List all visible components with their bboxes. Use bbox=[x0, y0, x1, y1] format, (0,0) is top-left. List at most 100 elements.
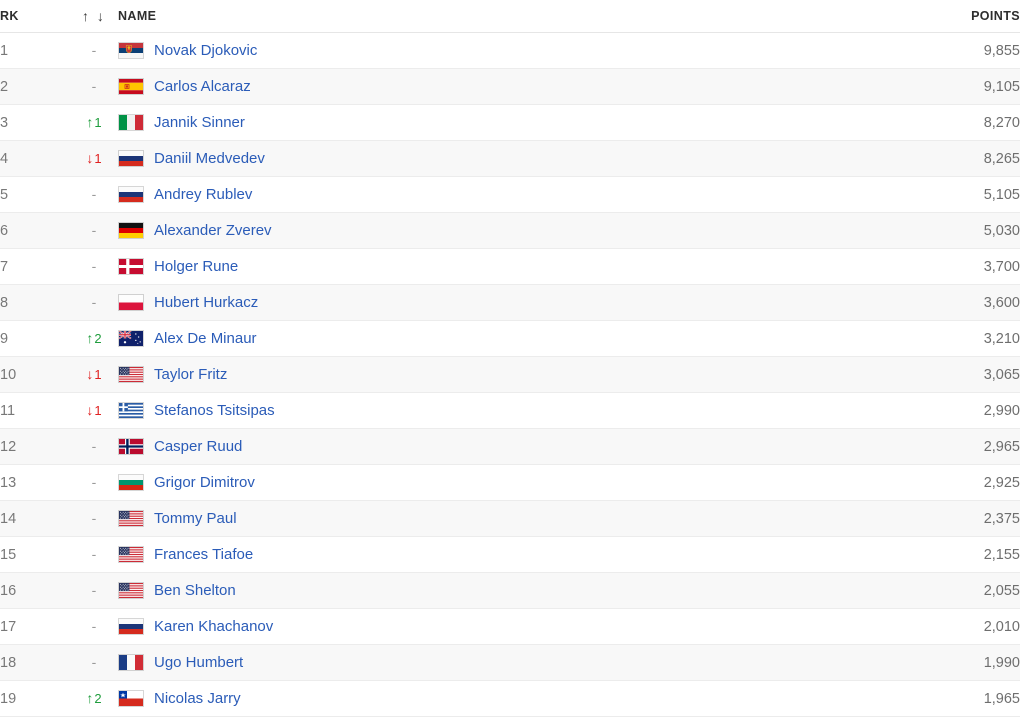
flag-norway-icon bbox=[118, 438, 144, 455]
player-name-link[interactable]: Nicolas Jarry bbox=[154, 690, 241, 707]
cell-points: 2,925 bbox=[880, 464, 1020, 501]
table-header: RK ↑ ↓ NAME POINTS bbox=[0, 0, 1020, 33]
player-name-link[interactable]: Ugo Humbert bbox=[154, 654, 243, 671]
cell-points: 9,105 bbox=[880, 68, 1020, 105]
player-name-link[interactable]: Alex De Minaur bbox=[154, 330, 257, 347]
cell-rank: 19 bbox=[0, 680, 70, 717]
movement-count: 1 bbox=[94, 367, 102, 382]
cell-rank: 11 bbox=[0, 392, 70, 429]
movement-none-icon: - bbox=[91, 258, 97, 274]
table-row[interactable]: 4 ↓1 Daniil Medvedev 8,265 bbox=[0, 140, 1020, 177]
flag-russia-icon bbox=[118, 186, 144, 203]
cell-name: Karen Khachanov bbox=[118, 608, 880, 645]
cell-rank: 10 bbox=[0, 356, 70, 393]
movement-count: 1 bbox=[94, 151, 102, 166]
table-row[interactable]: 1 - Novak Djokovic 9,855 bbox=[0, 32, 1020, 69]
table-row[interactable]: 11 ↓1 Stefanos Tsitsipas 2,990 bbox=[0, 392, 1020, 429]
player-entry: Ugo Humbert bbox=[118, 654, 880, 671]
cell-rank: 6 bbox=[0, 212, 70, 249]
flag-usa-icon bbox=[118, 510, 144, 527]
player-entry: Alexander Zverev bbox=[118, 222, 880, 239]
table-row[interactable]: 5 - Andrey Rublev 5,105 bbox=[0, 176, 1020, 213]
player-name-link[interactable]: Holger Rune bbox=[154, 258, 238, 275]
player-entry: Frances Tiafoe bbox=[118, 546, 880, 563]
column-header-rank[interactable]: RK bbox=[0, 0, 70, 33]
cell-rank: 12 bbox=[0, 428, 70, 465]
cell-rank: 1 bbox=[0, 32, 70, 69]
flag-greece-icon bbox=[118, 402, 144, 419]
movement-none-icon: - bbox=[91, 546, 97, 562]
cell-movement: ↑1 bbox=[70, 104, 118, 141]
player-entry: Casper Ruud bbox=[118, 438, 880, 455]
table-row[interactable]: 7 - Holger Rune 3,700 bbox=[0, 248, 1020, 285]
cell-movement: ↑2 bbox=[70, 680, 118, 717]
arrow-down-icon: ↓ bbox=[86, 150, 94, 166]
column-header-name[interactable]: NAME bbox=[118, 0, 880, 33]
player-name-link[interactable]: Grigor Dimitrov bbox=[154, 474, 255, 491]
table-row[interactable]: 18 - Ugo Humbert 1,990 bbox=[0, 644, 1020, 681]
player-name-link[interactable]: Andrey Rublev bbox=[154, 186, 252, 203]
table-row[interactable]: 3 ↑1 Jannik Sinner 8,270 bbox=[0, 104, 1020, 141]
table-body: 1 - Novak Djokovic 9,855 2 - Carlos Alcaraz 9… bbox=[0, 32, 1020, 717]
cell-movement: ↓1 bbox=[70, 140, 118, 177]
cell-points: 1,990 bbox=[880, 644, 1020, 681]
player-entry: Hubert Hurkacz bbox=[118, 294, 880, 311]
table-row[interactable]: 9 ↑2 Alex De Minaur 3,210 bbox=[0, 320, 1020, 357]
cell-points: 2,055 bbox=[880, 572, 1020, 609]
table-row[interactable]: 16 - Ben Shelton 2,055 bbox=[0, 572, 1020, 609]
cell-name: Frances Tiafoe bbox=[118, 536, 880, 573]
cell-movement: ↓1 bbox=[70, 356, 118, 393]
table-row[interactable]: 15 - Frances Tiafoe 2,155 bbox=[0, 536, 1020, 573]
cell-points: 8,270 bbox=[880, 104, 1020, 141]
player-name-link[interactable]: Tommy Paul bbox=[154, 510, 237, 527]
player-entry: Novak Djokovic bbox=[118, 42, 880, 59]
movement-none-icon: - bbox=[91, 294, 97, 310]
cell-movement: - bbox=[70, 68, 118, 105]
cell-movement: - bbox=[70, 608, 118, 645]
cell-movement: - bbox=[70, 500, 118, 537]
cell-movement: - bbox=[70, 32, 118, 69]
column-header-points[interactable]: POINTS bbox=[880, 0, 1020, 33]
movement-count: 2 bbox=[94, 331, 102, 346]
player-name-link[interactable]: Carlos Alcaraz bbox=[154, 78, 251, 95]
player-name-link[interactable]: Stefanos Tsitsipas bbox=[154, 402, 275, 419]
table-row[interactable]: 10 ↓1 Taylor Fritz 3,065 bbox=[0, 356, 1020, 393]
column-header-movement[interactable]: ↑ ↓ bbox=[70, 0, 118, 33]
player-name-link[interactable]: Jannik Sinner bbox=[154, 114, 245, 131]
cell-name: Holger Rune bbox=[118, 248, 880, 285]
movement-none-icon: - bbox=[91, 186, 97, 202]
player-name-link[interactable]: Alexander Zverev bbox=[154, 222, 272, 239]
table-row[interactable]: 6 - Alexander Zverev 5,030 bbox=[0, 212, 1020, 249]
table-row[interactable]: 2 - Carlos Alcaraz 9,105 bbox=[0, 68, 1020, 105]
table-row[interactable]: 17 - Karen Khachanov 2,010 bbox=[0, 608, 1020, 645]
header-row: RK ↑ ↓ NAME POINTS bbox=[0, 0, 1020, 33]
cell-rank: 16 bbox=[0, 572, 70, 609]
player-name-link[interactable]: Hubert Hurkacz bbox=[154, 294, 258, 311]
movement-down-icon: ↓1 bbox=[86, 402, 101, 418]
cell-name: Stefanos Tsitsipas bbox=[118, 392, 880, 429]
player-name-link[interactable]: Ben Shelton bbox=[154, 582, 236, 599]
player-name-link[interactable]: Casper Ruud bbox=[154, 438, 242, 455]
player-name-link[interactable]: Frances Tiafoe bbox=[154, 546, 253, 563]
cell-name: Casper Ruud bbox=[118, 428, 880, 465]
rankings-table: RK ↑ ↓ NAME POINTS 1 - Novak Djokovic 9,85… bbox=[0, 0, 1020, 717]
player-name-link[interactable]: Taylor Fritz bbox=[154, 366, 227, 383]
cell-points: 2,010 bbox=[880, 608, 1020, 645]
table-row[interactable]: 13 - Grigor Dimitrov 2,925 bbox=[0, 464, 1020, 501]
player-entry: Andrey Rublev bbox=[118, 186, 880, 203]
table-row[interactable]: 8 - Hubert Hurkacz 3,600 bbox=[0, 284, 1020, 321]
table-row[interactable]: 12 - Casper Ruud 2,965 bbox=[0, 428, 1020, 465]
flag-france-icon bbox=[118, 654, 144, 671]
cell-points: 2,990 bbox=[880, 392, 1020, 429]
cell-rank: 3 bbox=[0, 104, 70, 141]
cell-rank: 17 bbox=[0, 608, 70, 645]
cell-name: Andrey Rublev bbox=[118, 176, 880, 213]
player-name-link[interactable]: Daniil Medvedev bbox=[154, 150, 265, 167]
flag-usa-icon bbox=[118, 582, 144, 599]
table-row[interactable]: 19 ↑2 Nicolas Jarry 1,965 bbox=[0, 680, 1020, 717]
table-row[interactable]: 14 - Tommy Paul 2,375 bbox=[0, 500, 1020, 537]
cell-points: 3,600 bbox=[880, 284, 1020, 321]
cell-name: Novak Djokovic bbox=[118, 32, 880, 69]
player-name-link[interactable]: Novak Djokovic bbox=[154, 42, 257, 59]
player-name-link[interactable]: Karen Khachanov bbox=[154, 618, 273, 635]
